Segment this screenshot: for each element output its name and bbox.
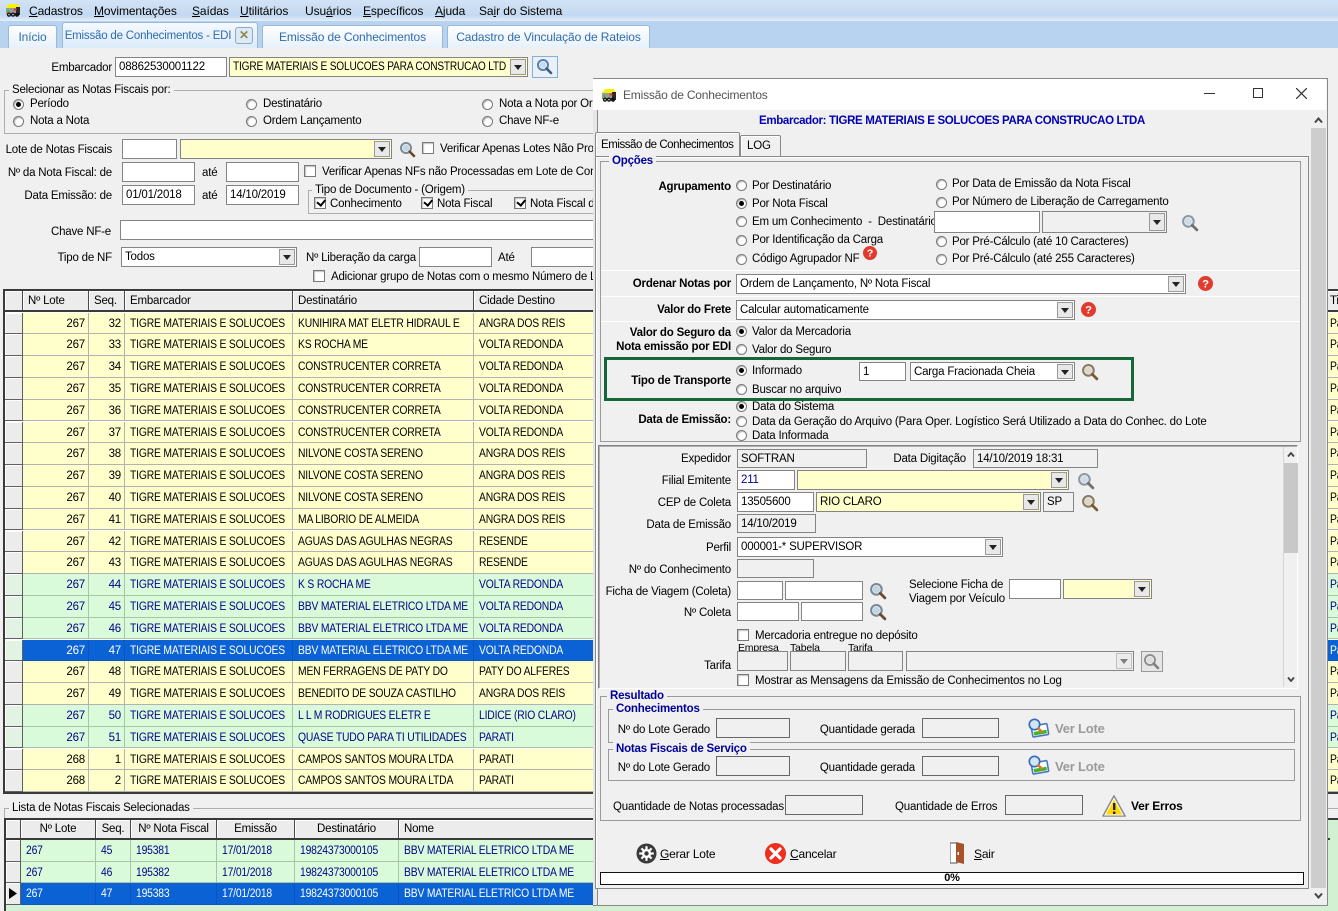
svg-text:?: ?: [1202, 278, 1209, 290]
svg-text:?: ?: [867, 248, 873, 260]
svg-text:?: ?: [1085, 304, 1092, 316]
